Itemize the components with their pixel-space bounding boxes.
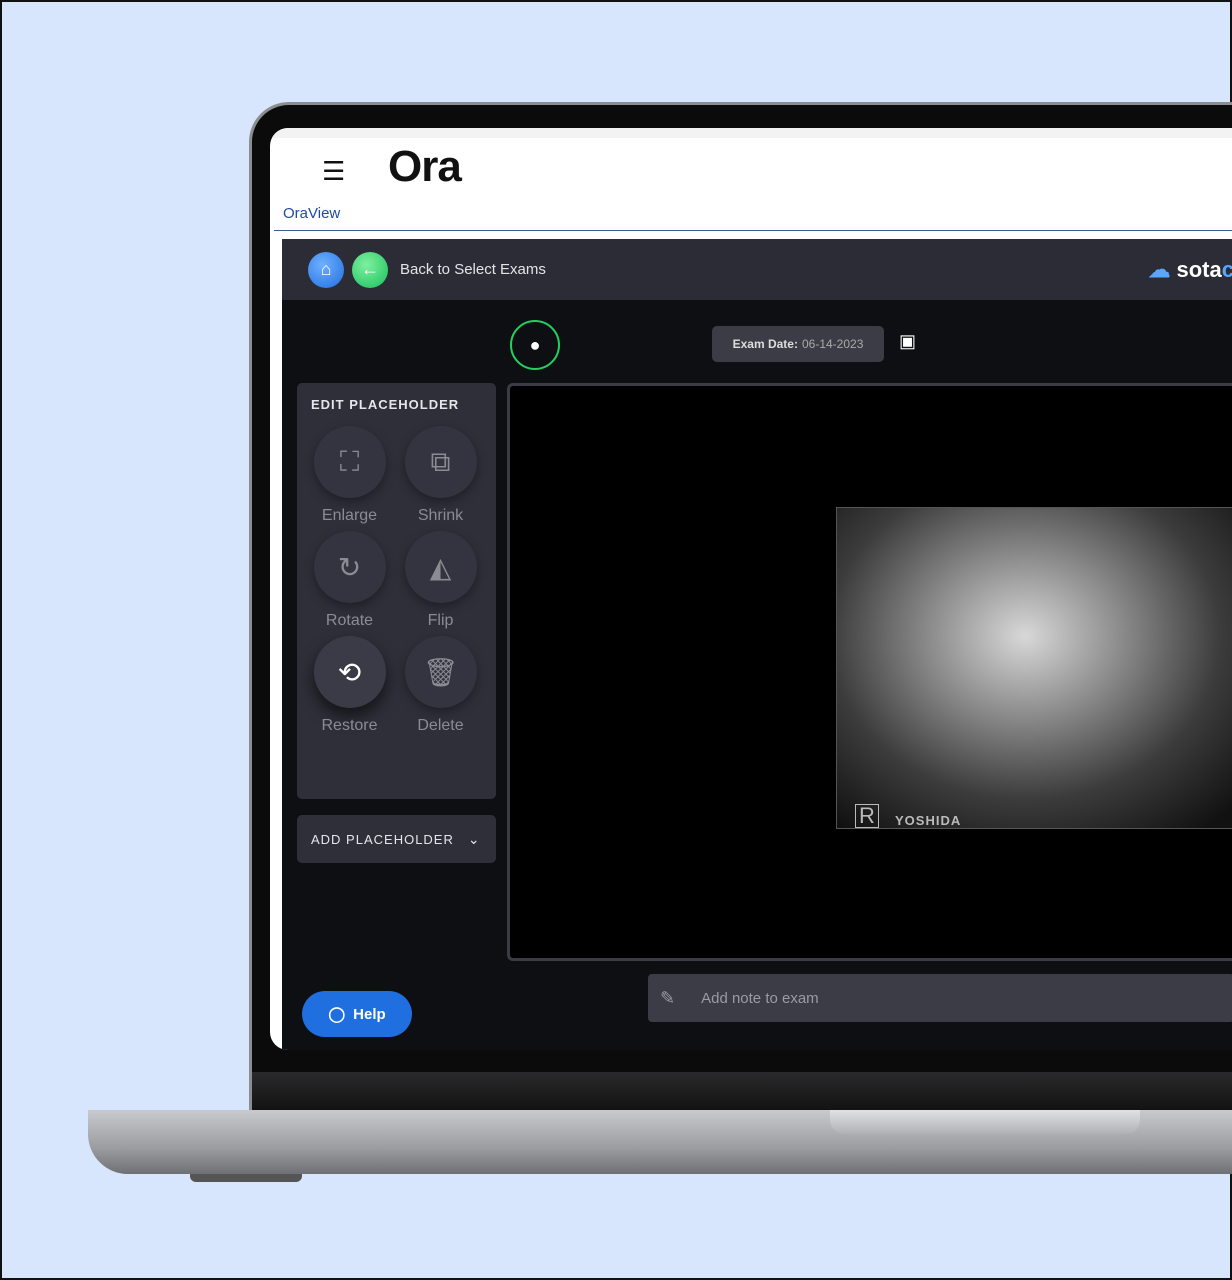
divider — [274, 230, 1232, 231]
calendar-icon[interactable]: ▣ — [899, 331, 916, 352]
cloud-tooth-icon: ☁ — [1148, 257, 1171, 282]
browser-top — [270, 128, 1232, 138]
app-header: ⌂ ← Back to Select Exams ☁ sotac — [282, 239, 1232, 300]
tool-label: Enlarge — [321, 507, 378, 524]
flip-icon: ◭ — [404, 531, 477, 603]
help-label: Help — [353, 1005, 386, 1023]
xray-brand: YOSHIDA — [895, 813, 962, 828]
edit-placeholder-title: EDIT PLACEHOLDER — [311, 397, 460, 412]
exam-date-label: Exam Date: — [732, 337, 798, 351]
delete-button[interactable]: 🗑 Delete — [395, 636, 486, 735]
add-placeholder-label: ADD PLACEHOLDER — [311, 831, 454, 847]
xray-image[interactable]: R YOSHIDA — [836, 507, 1232, 829]
home-button[interactable]: ⌂ — [308, 251, 344, 288]
add-placeholder-dropdown[interactable]: ADD PLACEHOLDER ⌄ — [297, 815, 496, 863]
enlarge-icon: ⛶ — [313, 426, 386, 498]
user-icon: ● — [529, 334, 541, 355]
section-label: OraView — [283, 205, 341, 222]
home-icon: ⌂ — [320, 259, 332, 279]
trash-icon: 🗑 — [404, 636, 477, 708]
back-button[interactable]: ← — [352, 251, 388, 288]
laptop-chin — [252, 1072, 1232, 1112]
image-viewer[interactable]: R YOSHIDA — [507, 383, 1232, 961]
flip-button[interactable]: ◭ Flip — [395, 531, 486, 630]
exam-date-value: 06-14-2023 — [801, 337, 864, 351]
shrink-button[interactable]: ⧉ Shrink — [395, 426, 486, 525]
edit-placeholder-panel: EDIT PLACEHOLDER ⛶ Enlarge ⧉ Shrink ↻ Rotat… — [297, 383, 496, 799]
note-placeholder: Add note to exam — [701, 989, 819, 1007]
tool-label: Flip — [427, 612, 454, 629]
sota-logo: ☁ sotac — [1148, 257, 1232, 283]
screen: ☰ Ora OraView ⌂ ← Back to Select Exams ☁… — [270, 128, 1232, 1050]
enlarge-button[interactable]: ⛶ Enlarge — [304, 426, 395, 525]
arrow-left-icon: ← — [361, 259, 379, 279]
shrink-icon: ⧉ — [404, 426, 477, 498]
patient-avatar-button[interactable]: ● — [510, 320, 560, 370]
rotate-icon: ↻ — [313, 531, 386, 603]
tool-label: Rotate — [325, 612, 374, 629]
tool-label: Shrink — [417, 507, 464, 524]
rotate-button[interactable]: ↻ Rotate — [304, 531, 395, 630]
add-note-input[interactable]: ✎ Add note to exam — [648, 974, 1232, 1022]
tool-label: Delete — [417, 717, 464, 734]
pencil-icon: ✎ — [660, 987, 676, 1008]
chat-bubble-icon: ◯ — [328, 1006, 346, 1023]
viewer-app: ⌂ ← Back to Select Exams ☁ sotac ● Exam … — [282, 239, 1232, 1050]
ora-logo[interactable]: Ora — [388, 142, 462, 192]
laptop-foot — [190, 1174, 302, 1182]
xray-side-marker: R — [855, 804, 879, 828]
help-button[interactable]: ◯ Help — [302, 991, 412, 1037]
chevron-down-icon: ⌄ — [467, 830, 481, 847]
brand-text: sota — [1176, 257, 1222, 282]
tool-label: Restore — [321, 717, 378, 734]
exam-date-field[interactable]: Exam Date: 06-14-2023 — [712, 326, 884, 362]
hamburger-menu-icon[interactable]: ☰ — [322, 156, 345, 187]
restore-button[interactable]: ⟲ Restore — [304, 636, 395, 735]
back-to-select-exams-link[interactable]: Back to Select Exams — [400, 261, 546, 278]
brand-text-cut: c — [1221, 257, 1232, 282]
laptop-notch — [830, 1110, 1140, 1134]
restore-icon: ⟲ — [313, 636, 386, 708]
